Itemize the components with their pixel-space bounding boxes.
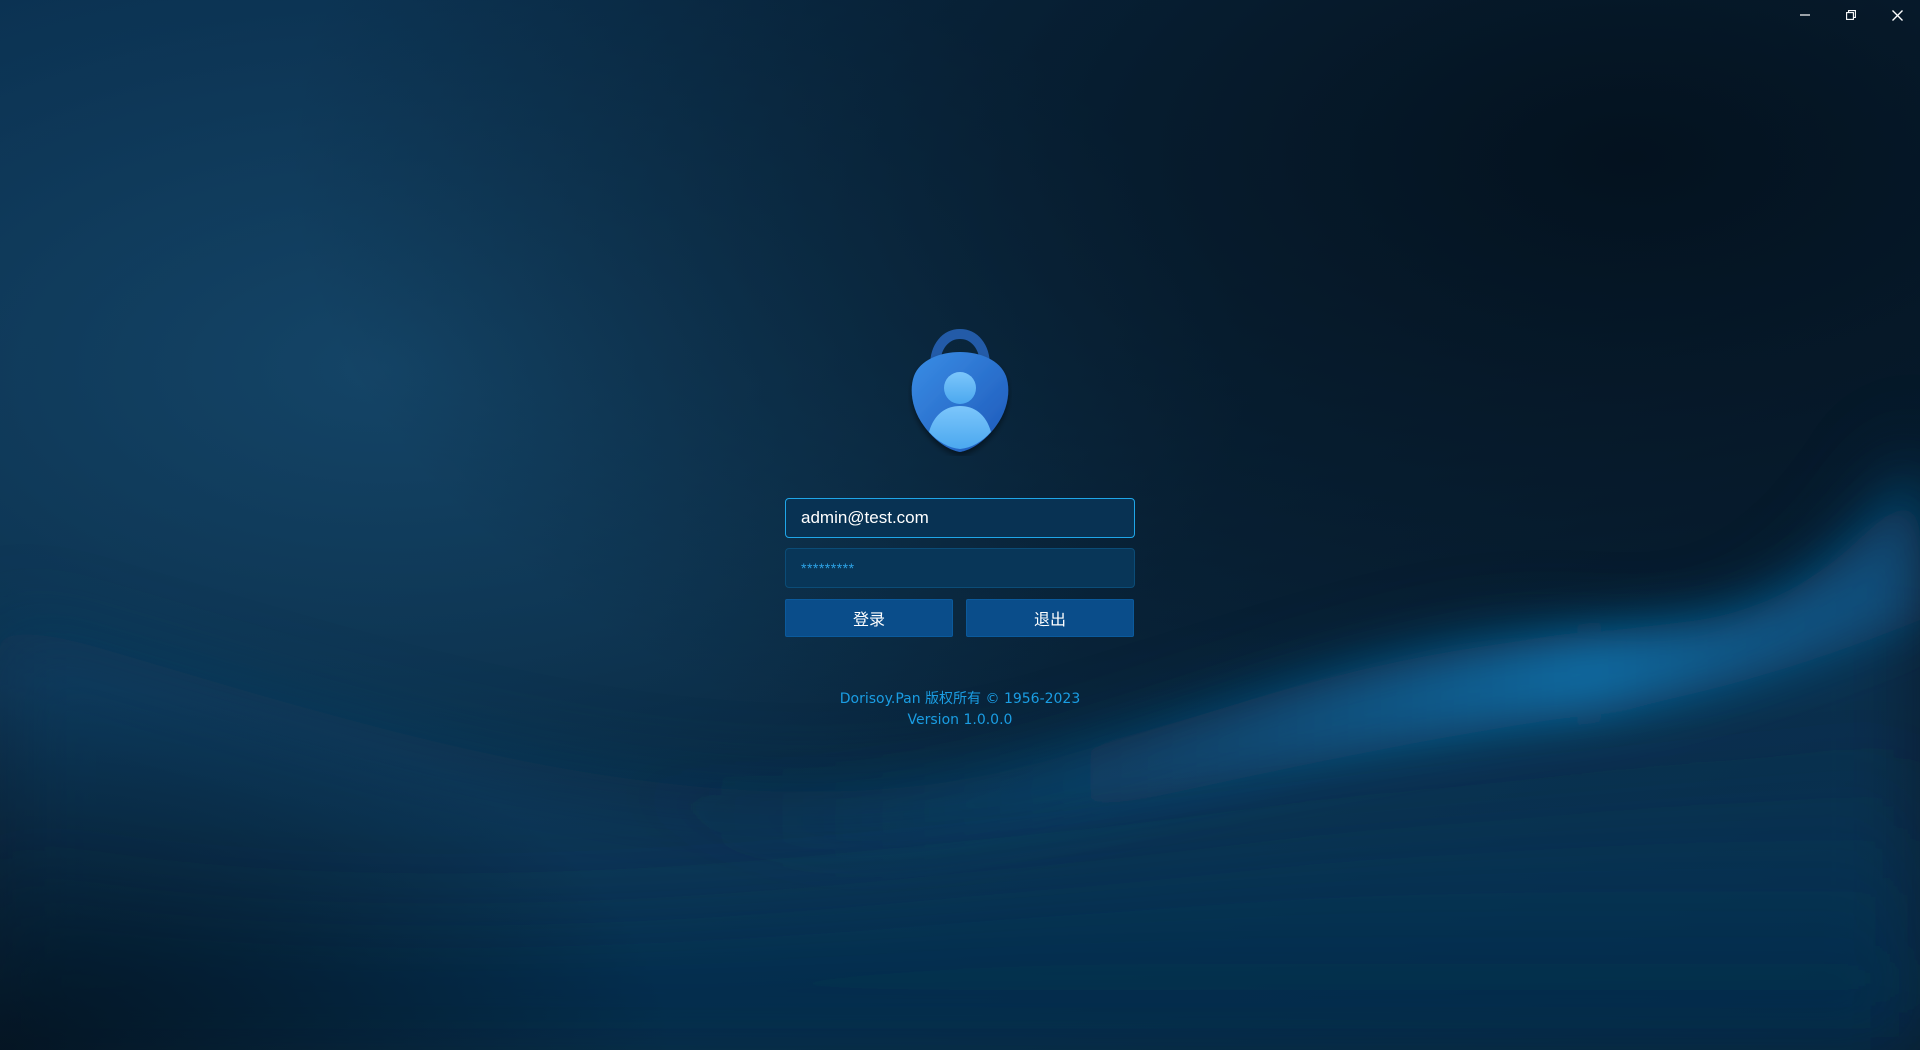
username-value: admin@test.com xyxy=(801,508,929,527)
username-field[interactable]: admin@test.com xyxy=(785,498,1135,538)
login-button[interactable]: 登录 xyxy=(785,599,953,637)
login-button-label: 登录 xyxy=(852,610,885,629)
lock-user-icon xyxy=(908,328,1012,456)
password-field[interactable]: ********* xyxy=(785,548,1135,588)
copyright-text: Dorisoy.Pan 版权所有 © 1956-2023 xyxy=(839,691,1081,707)
exit-button[interactable]: 退出 xyxy=(966,599,1134,637)
version-text: Version 1.0.0.0 xyxy=(907,712,1013,728)
password-mask: ********* xyxy=(801,560,855,576)
exit-button-label: 退出 xyxy=(1033,610,1066,629)
login-panel: admin@test.com ********* 登录 退出 Dorisoy.P… xyxy=(0,0,1920,1050)
